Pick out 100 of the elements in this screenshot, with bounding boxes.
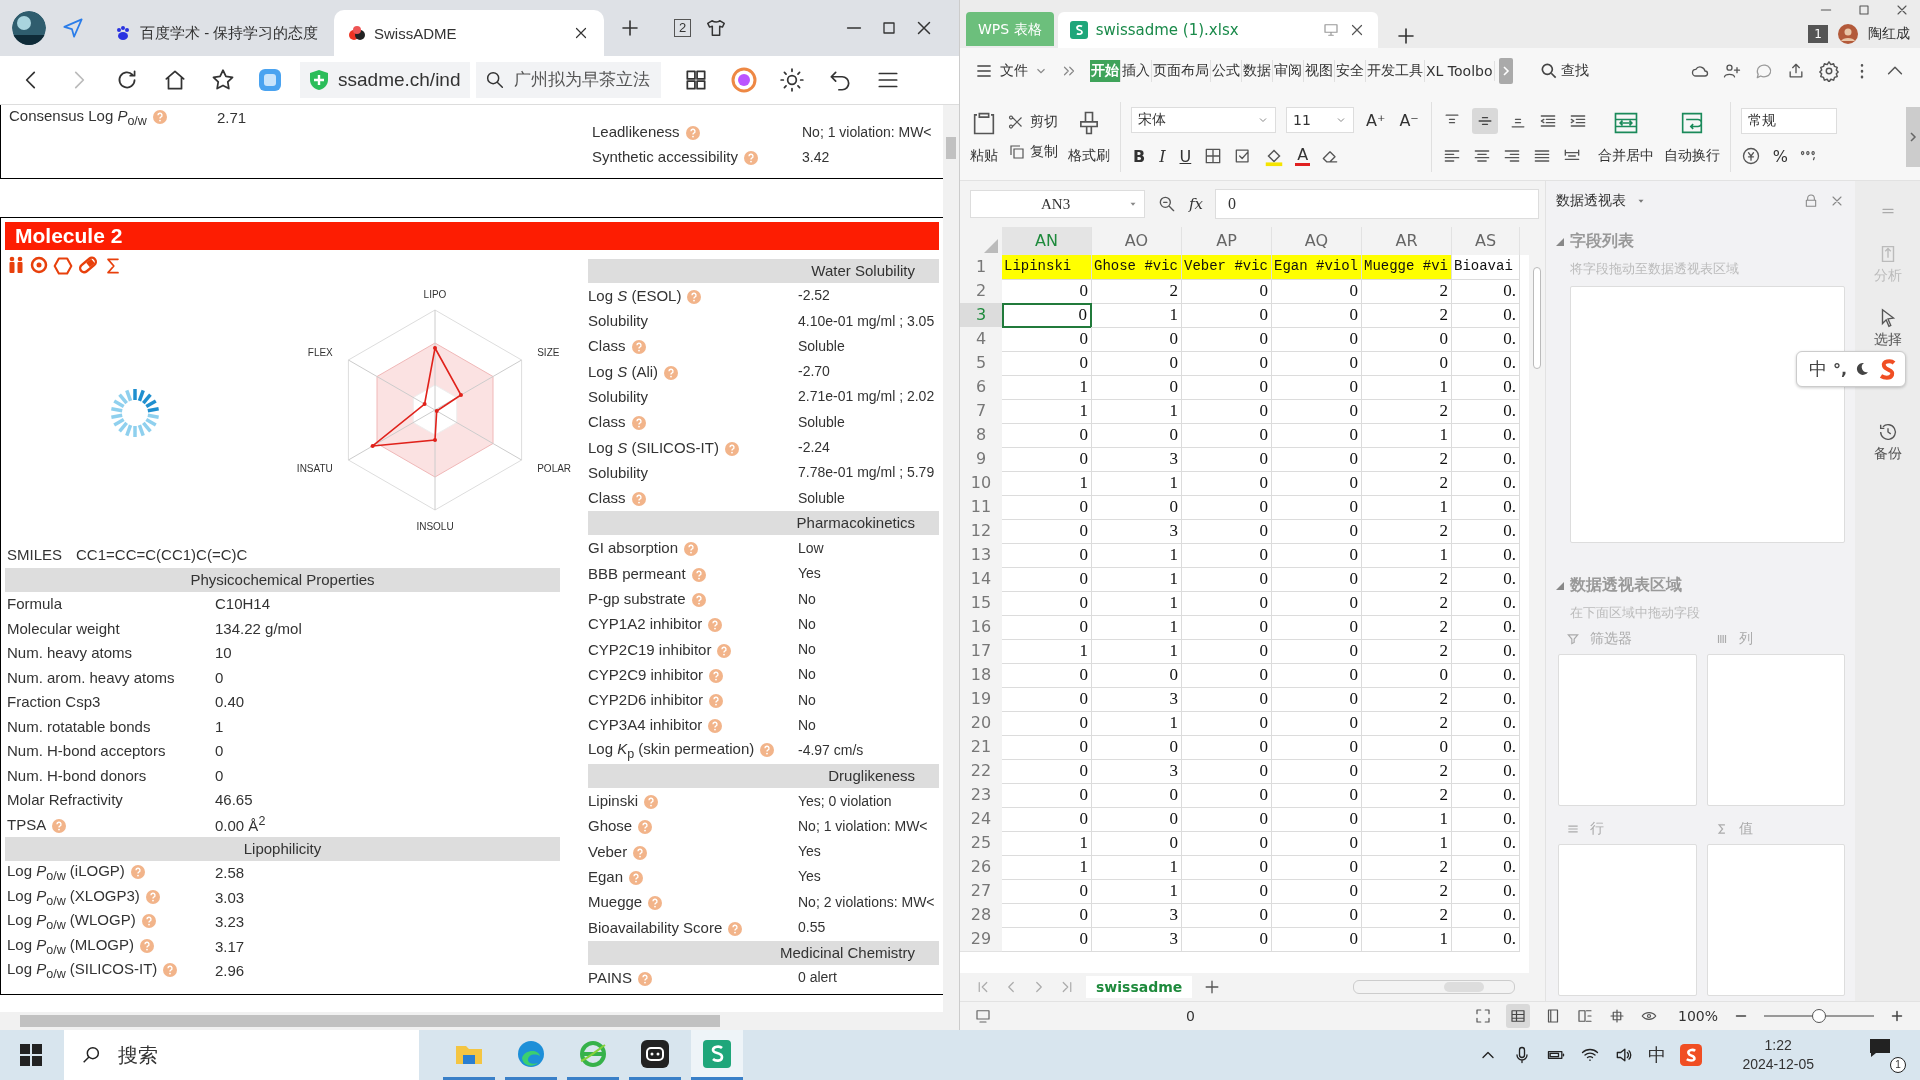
horizontal-scrollbar[interactable]	[1353, 980, 1515, 994]
scroll-right-icon[interactable]	[1906, 107, 1920, 167]
side-tool-button[interactable]: 选择	[1873, 307, 1902, 349]
currency-icon[interactable]	[1740, 146, 1761, 166]
user-name[interactable]: 陶红成	[1868, 25, 1910, 43]
help-icon[interactable]	[629, 870, 644, 885]
help-icon[interactable]	[708, 618, 723, 633]
ribbon-tab[interactable]: 安全	[1335, 60, 1366, 82]
help-icon[interactable]	[685, 126, 700, 141]
row-header[interactable]: 9	[960, 447, 1002, 472]
help-icon[interactable]	[152, 109, 167, 124]
font-size-button[interactable]: A⁻	[1397, 110, 1421, 130]
row-header[interactable]: 15	[960, 591, 1002, 616]
target-icon[interactable]	[30, 255, 48, 274]
notification-badge[interactable]: 1	[1808, 25, 1828, 43]
font-size-button[interactable]: A⁺	[1364, 110, 1388, 130]
help-icon[interactable]	[760, 742, 775, 757]
people-icon[interactable]	[7, 255, 25, 274]
file-menu[interactable]: 文件	[974, 61, 1048, 81]
row-header[interactable]: 19	[960, 687, 1002, 712]
sheet-tab[interactable]: swissadme	[1086, 976, 1193, 998]
monitor-icon[interactable]	[1321, 21, 1340, 39]
find-button[interactable]: 查找	[1538, 61, 1589, 81]
macro-icon[interactable]	[974, 1007, 992, 1025]
start-icon[interactable]	[20, 1044, 42, 1066]
file-tab[interactable]: swissadme (1).xlsx	[1057, 12, 1378, 48]
row-header[interactable]: 28	[960, 903, 1002, 928]
row-header[interactable]: 8	[960, 423, 1002, 448]
row-header[interactable]: 22	[960, 759, 1002, 784]
ai-assistant-icon[interactable]	[731, 67, 757, 93]
row-header[interactable]: 11	[960, 495, 1002, 520]
help-icon[interactable]	[637, 971, 652, 986]
text-style-button[interactable]: I	[1157, 146, 1168, 166]
row-header[interactable]: 6	[960, 375, 1002, 400]
help-icon[interactable]	[664, 365, 679, 380]
help-icon[interactable]	[638, 820, 653, 835]
field-list[interactable]	[1570, 286, 1845, 543]
chat-icon[interactable]	[1754, 61, 1774, 81]
zoom-level[interactable]: 100%	[1677, 1008, 1718, 1024]
text-style-button[interactable]: U	[1177, 146, 1194, 166]
row-header[interactable]: 2	[960, 279, 1002, 304]
help-icon[interactable]	[633, 845, 648, 860]
ribbon-tab[interactable]: 页面布局	[1152, 60, 1211, 82]
help-icon[interactable]	[631, 416, 646, 431]
avatar-icon[interactable]	[12, 11, 46, 45]
row-header[interactable]: 20	[960, 711, 1002, 736]
help-icon[interactable]	[644, 795, 659, 810]
merge-center-button[interactable]: 合并居中	[1597, 109, 1654, 165]
copy-button[interactable]: 复制	[1008, 143, 1058, 161]
row-header[interactable]: 26	[960, 855, 1002, 880]
percent-button[interactable]: %	[1770, 146, 1790, 166]
help-icon[interactable]	[631, 492, 646, 507]
fullscreen-icon[interactable]	[1473, 1007, 1492, 1025]
row-header[interactable]: 17	[960, 639, 1002, 664]
help-icon[interactable]	[691, 567, 706, 582]
wrap-text-button[interactable]: 自动换行	[1663, 109, 1720, 165]
formula-field[interactable]: 0	[1215, 189, 1539, 219]
help-icon[interactable]	[717, 643, 732, 658]
ribbon-tab[interactable]: 数据	[1242, 60, 1273, 82]
notification-button[interactable]: 1	[1868, 1037, 1906, 1073]
row-header[interactable]: 25	[960, 831, 1002, 856]
ai-icon[interactable]	[258, 68, 282, 92]
ribbon-tab[interactable]: 公式	[1211, 60, 1242, 82]
row-header[interactable]: 24	[960, 807, 1002, 832]
help-icon[interactable]	[130, 865, 145, 880]
row-header[interactable]: 4	[960, 327, 1002, 352]
sun-icon[interactable]	[779, 67, 805, 93]
row-header[interactable]: 16	[960, 615, 1002, 640]
collapse-icon[interactable]	[1556, 581, 1564, 590]
input-mode[interactable]: 中	[1648, 1043, 1667, 1067]
help-icon[interactable]	[141, 914, 156, 929]
row-header[interactable]: 29	[960, 927, 1002, 952]
row-header[interactable]: 14	[960, 567, 1002, 592]
text-style-button[interactable]: B	[1131, 146, 1148, 166]
scroll-right-icon[interactable]	[1498, 58, 1513, 84]
panel-title[interactable]: 数据透视表	[1556, 192, 1626, 210]
ribbon-tab[interactable]: 审阅	[1273, 60, 1304, 82]
ribbon-tab[interactable]: XL Toolbo	[1425, 61, 1495, 81]
input-method-toolbar[interactable]: 中 °,	[1795, 351, 1906, 387]
name-box[interactable]: AN3	[970, 190, 1145, 218]
address-field[interactable]: ssadme.ch/ind	[300, 62, 470, 98]
cut-button[interactable]: 剪切	[1008, 113, 1058, 131]
help-icon[interactable]	[743, 151, 758, 166]
maximize-icon[interactable]	[1856, 2, 1872, 18]
zoom-formula-icon[interactable]	[1157, 194, 1177, 214]
lock-icon[interactable]	[1803, 193, 1819, 209]
row-header[interactable]: 7	[960, 399, 1002, 424]
search-field[interactable]: 搜索	[64, 1030, 419, 1080]
row-header[interactable]: 10	[960, 471, 1002, 496]
paste-button[interactable]: 粘贴	[970, 109, 998, 165]
help-icon[interactable]	[648, 896, 663, 911]
normal-view-icon[interactable]	[1508, 1007, 1527, 1025]
grid-icon[interactable]	[683, 67, 709, 93]
ribbon-tab[interactable]: 视图	[1304, 60, 1335, 82]
format-painter-button[interactable]: 格式刷	[1068, 109, 1110, 165]
row-header[interactable]: 13	[960, 543, 1002, 568]
shirt-icon[interactable]	[705, 17, 728, 39]
ribbon-tab[interactable]: 开发工具	[1366, 60, 1425, 82]
ribbon-tab[interactable]: 插入	[1121, 60, 1152, 82]
browser-tab[interactable]: SwissADME	[334, 10, 604, 56]
